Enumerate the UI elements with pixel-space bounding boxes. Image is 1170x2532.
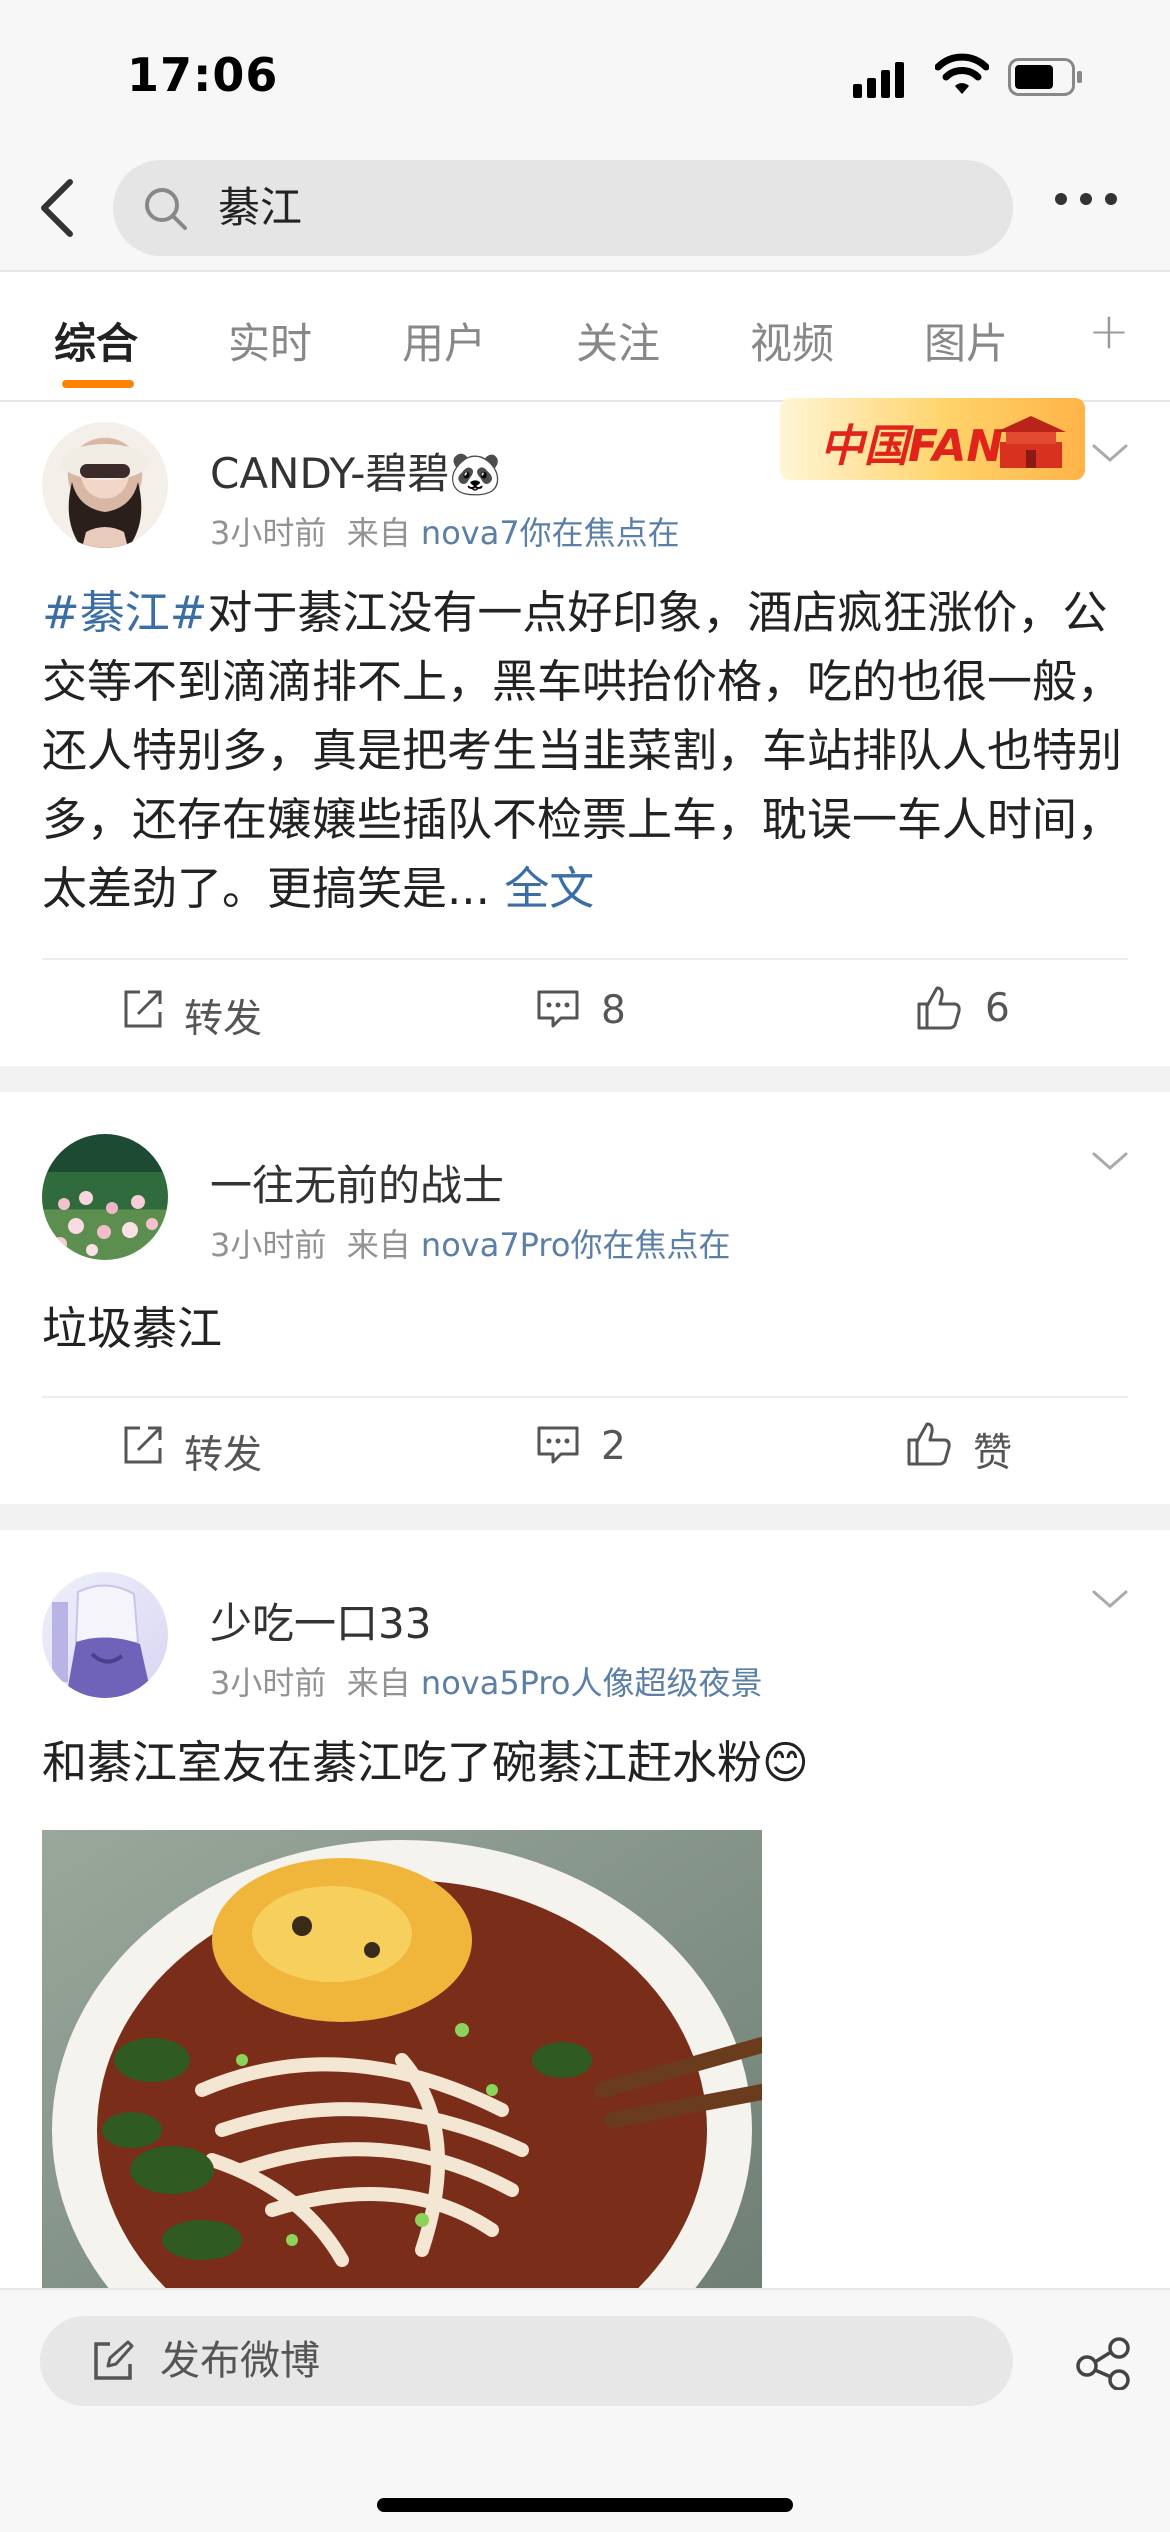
post-username[interactable]: CANDY-碧碧🐼 <box>210 440 502 501</box>
compose-post-button[interactable]: 发布微博 <box>40 2316 1013 2406</box>
post-body: 和綦江室友在綦江吃了碗綦江赶水粉😊 <box>42 1736 809 1789</box>
avatar[interactable] <box>42 422 168 548</box>
avatar[interactable] <box>42 1134 168 1260</box>
post-gap <box>0 1066 1170 1092</box>
post-username[interactable]: 少吃一口33 <box>210 1590 431 1651</box>
add-tab-icon[interactable]: + <box>1088 302 1130 360</box>
repost-label: 转发 <box>184 997 263 1042</box>
post-body: 垃圾綦江 <box>42 1302 223 1355</box>
status-bar: 17:06 <box>0 0 1170 150</box>
post-time: 3小时前 <box>210 514 327 552</box>
hashtag-link[interactable]: #綦江# <box>42 586 207 639</box>
post-meta: 3小时前 来自 nova7你在焦点在 <box>210 508 680 554</box>
tab-images[interactable]: 图片 <box>924 310 1008 371</box>
home-indicator <box>377 2498 793 2512</box>
like-button[interactable]: 赞 <box>905 1420 1045 1476</box>
post-time: 3小时前 <box>210 1226 327 1264</box>
tiananmen-icon <box>996 416 1066 468</box>
post-username[interactable]: 一往无前的战士 <box>210 1152 504 1213</box>
chevron-down-icon[interactable] <box>1090 1588 1130 1612</box>
post-source[interactable]: nova7你在焦点在 <box>421 514 680 552</box>
share-icon[interactable] <box>1075 2336 1131 2390</box>
source-prefix: 来自 <box>346 1226 411 1264</box>
comment-icon <box>537 1426 579 1464</box>
post-image-noodle-bowl[interactable] <box>42 1830 762 2290</box>
post-time: 3小时前 <box>210 1664 327 1702</box>
more-options-icon[interactable] <box>1055 190 1135 220</box>
comment-button[interactable]: 2 <box>535 1422 655 1472</box>
bottom-bar: 发布微博 <box>0 2288 1170 2532</box>
post-source[interactable]: nova7Pro你在焦点在 <box>421 1226 731 1264</box>
post-divider <box>42 958 1128 960</box>
comment-count: 2 <box>601 1424 626 1469</box>
like-label: 赞 <box>973 1431 1013 1476</box>
repost-label: 转发 <box>184 1433 263 1478</box>
repost-icon <box>124 990 162 1028</box>
search-icon <box>145 188 187 230</box>
battery-icon <box>1008 58 1082 96</box>
tab-videos[interactable]: 视频 <box>750 310 834 371</box>
back-arrow-icon[interactable] <box>30 172 90 244</box>
wifi-icon <box>935 53 989 94</box>
post-source[interactable]: nova5Pro人像超级夜景 <box>421 1664 763 1702</box>
fan-badge: 中国FANS <box>780 398 1085 480</box>
status-time: 17:06 <box>127 48 279 102</box>
repost-button[interactable]: 转发 <box>120 986 280 1042</box>
tab-users[interactable]: 用户 <box>402 310 486 371</box>
compose-label: 发布微博 <box>160 2338 320 2384</box>
like-button[interactable]: 6 <box>915 984 1035 1034</box>
chevron-down-icon[interactable] <box>1090 1150 1130 1174</box>
post-text: #綦江#对于綦江没有一点好印象，酒店疯狂涨价，公交等不到滴滴排不上，黑车哄抬价格… <box>42 578 1132 923</box>
cellular-signal-icon <box>853 58 913 98</box>
tab-comprehensive[interactable]: 综合 <box>54 310 138 371</box>
tab-following[interactable]: 关注 <box>576 310 660 371</box>
source-prefix: 来自 <box>346 1664 411 1702</box>
like-count: 6 <box>985 986 1010 1031</box>
comment-icon <box>537 990 579 1028</box>
search-query: 綦江 <box>218 183 303 232</box>
source-prefix: 来自 <box>346 514 411 552</box>
repost-icon <box>124 1426 162 1464</box>
post-meta: 3小时前 来自 nova7Pro你在焦点在 <box>210 1220 730 1266</box>
search-header: 綦江 <box>0 150 1170 270</box>
comment-button[interactable]: 8 <box>535 986 655 1036</box>
thumbs-up-icon <box>907 1422 951 1466</box>
comment-count: 8 <box>601 988 626 1033</box>
full-text-link[interactable]: 全文 <box>504 862 594 915</box>
post-gap <box>0 1504 1170 1530</box>
tab-bar: 综合 实时 用户 关注 视频 图片 + <box>0 272 1170 400</box>
repost-button[interactable]: 转发 <box>120 1422 280 1478</box>
chevron-down-icon[interactable] <box>1090 442 1130 466</box>
post-meta: 3小时前 来自 nova5Pro人像超级夜景 <box>210 1658 762 1704</box>
thumbs-up-icon <box>917 986 961 1030</box>
active-tab-indicator <box>62 380 134 388</box>
compose-icon <box>94 2340 134 2380</box>
search-input[interactable]: 綦江 <box>113 160 1013 256</box>
post-card[interactable]: CANDY-碧碧🐼 3小时前 来自 nova7你在焦点在 中国FANS #綦江#… <box>0 398 1170 1066</box>
post-card[interactable]: 一往无前的战士 3小时前 来自 nova7Pro你在焦点在 垃圾綦江 转发 2 … <box>0 1092 1170 1504</box>
tab-realtime[interactable]: 实时 <box>228 310 312 371</box>
post-divider <box>42 1396 1128 1398</box>
avatar[interactable] <box>42 1572 168 1698</box>
